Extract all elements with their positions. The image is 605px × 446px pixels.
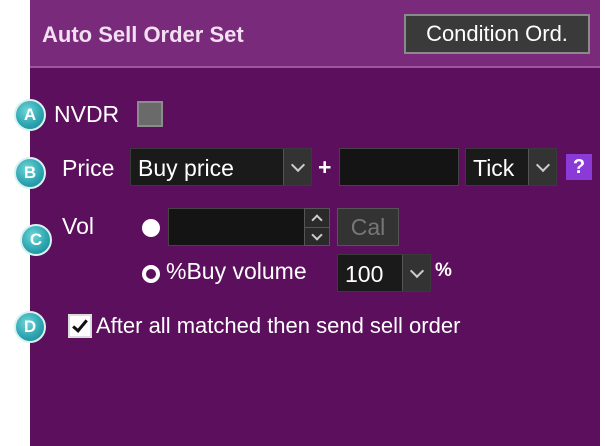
chevron-up-icon[interactable] [305,209,329,227]
panel-title: Auto Sell Order Set [42,22,244,47]
price-base-select[interactable]: Buy price [130,148,312,186]
chevron-down-icon[interactable] [305,227,329,245]
percent-select-value: 100 [345,261,384,287]
percent-buy-volume-radio[interactable] [142,265,160,283]
price-unit-select[interactable]: Tick [465,148,557,186]
chevron-down-icon [528,149,556,185]
percent-select[interactable]: 100 [337,254,431,292]
send-after-match-label: After all matched then send sell order [96,313,461,338]
price-label: Price [62,155,115,181]
percent-sign: % [435,260,452,281]
vol-value-input[interactable] [168,208,305,246]
nvdr-checkbox[interactable] [137,101,163,127]
cal-button[interactable]: Cal [337,208,399,246]
vol-label: Vol [62,213,94,239]
chevron-down-icon [283,149,311,185]
percent-buy-volume-label: %Buy volume [166,258,307,284]
nvdr-label: NVDR [54,101,120,127]
chevron-down-icon [402,255,430,291]
price-base-value: Buy price [138,155,234,181]
vol-value-radio[interactable] [142,219,160,237]
title-bar: Auto Sell Order Set Condition Ord. [30,0,600,68]
plus-sign: + [318,154,332,180]
check-icon [72,316,88,333]
help-icon[interactable]: ? [566,154,592,180]
vol-stepper[interactable] [304,208,330,246]
marker-b: B [14,157,46,189]
price-unit-value: Tick [473,155,515,181]
marker-d: D [14,311,46,343]
condition-order-button[interactable]: Condition Ord. [404,14,590,54]
price-offset-input[interactable] [339,148,459,186]
marker-a: A [14,99,46,131]
marker-c: C [20,224,52,256]
send-after-match-checkbox[interactable] [68,314,92,338]
